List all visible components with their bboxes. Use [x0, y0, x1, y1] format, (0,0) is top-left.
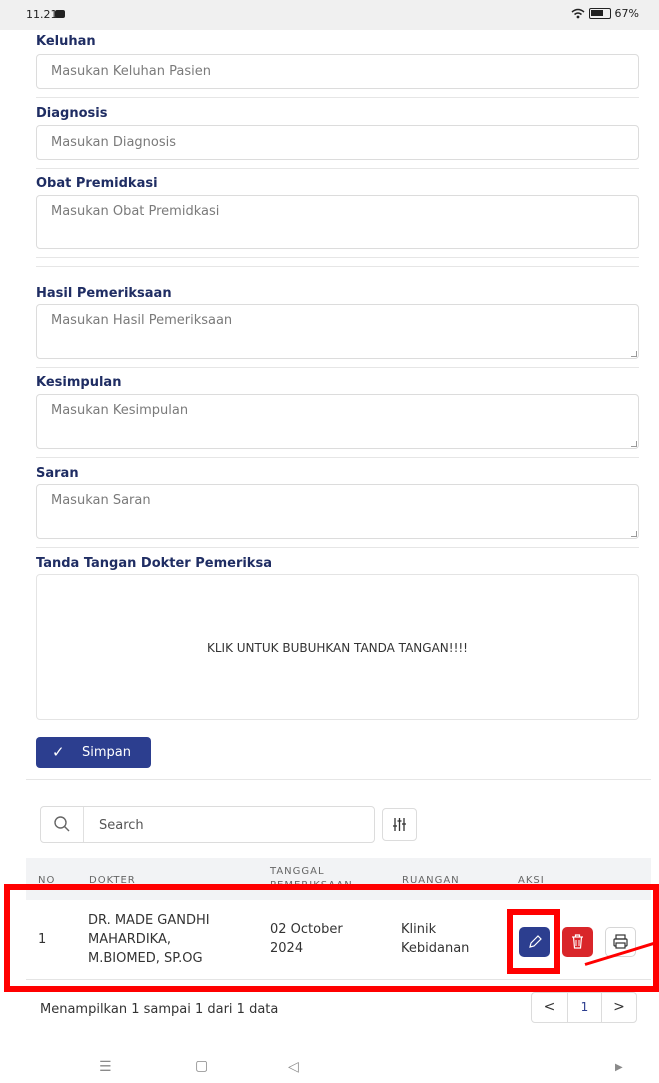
search-placeholder: Search	[99, 818, 144, 833]
edit-highlight-box	[507, 909, 560, 974]
save-button[interactable]: ✓ Simpan	[36, 737, 151, 768]
divider	[36, 547, 639, 548]
wifi-icon	[571, 8, 585, 19]
keluhan-label: Keluhan	[36, 34, 96, 49]
divider	[36, 266, 639, 267]
search-icon	[54, 816, 70, 832]
status-time: 11.21	[26, 8, 58, 21]
hasil-label: Hasil Pemeriksaan	[36, 286, 172, 301]
pagination-info: Menampilkan 1 sampai 1 dari 1 data	[40, 1002, 279, 1017]
filter-icon	[393, 818, 406, 831]
battery-level: 67%	[614, 7, 639, 20]
kesimpulan-placeholder: Masukan Kesimpulan	[51, 403, 189, 418]
resize-handle[interactable]	[631, 351, 637, 357]
save-button-label: Simpan	[82, 745, 131, 760]
diagnosis-input[interactable]: Masukan Diagnosis	[36, 125, 639, 160]
divider	[36, 97, 639, 98]
obat-textarea[interactable]: Masukan Obat Premidkasi	[36, 195, 639, 249]
saran-label: Saran	[36, 466, 79, 481]
resize-handle[interactable]	[631, 531, 637, 537]
system-nav-bar: ☰ ▢ ◁ ▶	[0, 1053, 659, 1083]
saran-placeholder: Masukan Saran	[51, 493, 151, 508]
home-icon[interactable]: ▢	[195, 1058, 208, 1074]
battery-icon	[588, 8, 611, 19]
diagnosis-placeholder: Masukan Diagnosis	[51, 135, 177, 150]
pagination-page[interactable]: 1	[567, 993, 602, 1022]
pagination: < 1 >	[531, 992, 637, 1023]
signature-label: Tanda Tangan Dokter Pemeriksa	[36, 556, 272, 571]
obat-label: Obat Premidkasi	[36, 176, 158, 191]
divider	[36, 457, 639, 458]
check-icon: ✓	[52, 743, 65, 761]
status-right: 67%	[571, 7, 639, 20]
status-bar: 11.21 67%	[0, 0, 659, 30]
play-icon[interactable]: ▶	[615, 1062, 623, 1073]
pagination-next[interactable]: >	[602, 993, 636, 1022]
hasil-placeholder: Masukan Hasil Pemeriksaan	[51, 313, 233, 328]
back-icon[interactable]: ◁	[288, 1059, 299, 1075]
saran-textarea[interactable]: Masukan Saran	[36, 484, 639, 539]
notification-icon	[55, 10, 65, 18]
search-input[interactable]: Search	[40, 806, 375, 843]
hasil-textarea[interactable]: Masukan Hasil Pemeriksaan	[36, 304, 639, 359]
obat-placeholder: Masukan Obat Premidkasi	[51, 204, 220, 219]
signature-pad[interactable]: KLIK UNTUK BUBUHKAN TANDA TANGAN!!!!	[36, 574, 639, 720]
keluhan-placeholder: Masukan Keluhan Pasien	[51, 64, 211, 79]
divider	[36, 168, 639, 169]
menu-icon[interactable]: ☰	[99, 1059, 112, 1075]
divider	[26, 779, 651, 780]
header-tanggal-line1: TANGGAL	[270, 866, 325, 877]
search-separator	[83, 807, 84, 842]
resize-handle[interactable]	[631, 441, 637, 447]
signature-prompt: KLIK UNTUK BUBUHKAN TANDA TANGAN!!!!	[207, 641, 468, 655]
keluhan-input[interactable]: Masukan Keluhan Pasien	[36, 54, 639, 89]
divider	[36, 257, 639, 258]
pagination-prev[interactable]: <	[532, 993, 567, 1022]
kesimpulan-label: Kesimpulan	[36, 375, 122, 390]
kesimpulan-textarea[interactable]: Masukan Kesimpulan	[36, 394, 639, 449]
diagnosis-label: Diagnosis	[36, 106, 108, 121]
divider	[36, 367, 639, 368]
row-highlight-box	[4, 884, 659, 992]
filter-button[interactable]	[382, 808, 417, 841]
